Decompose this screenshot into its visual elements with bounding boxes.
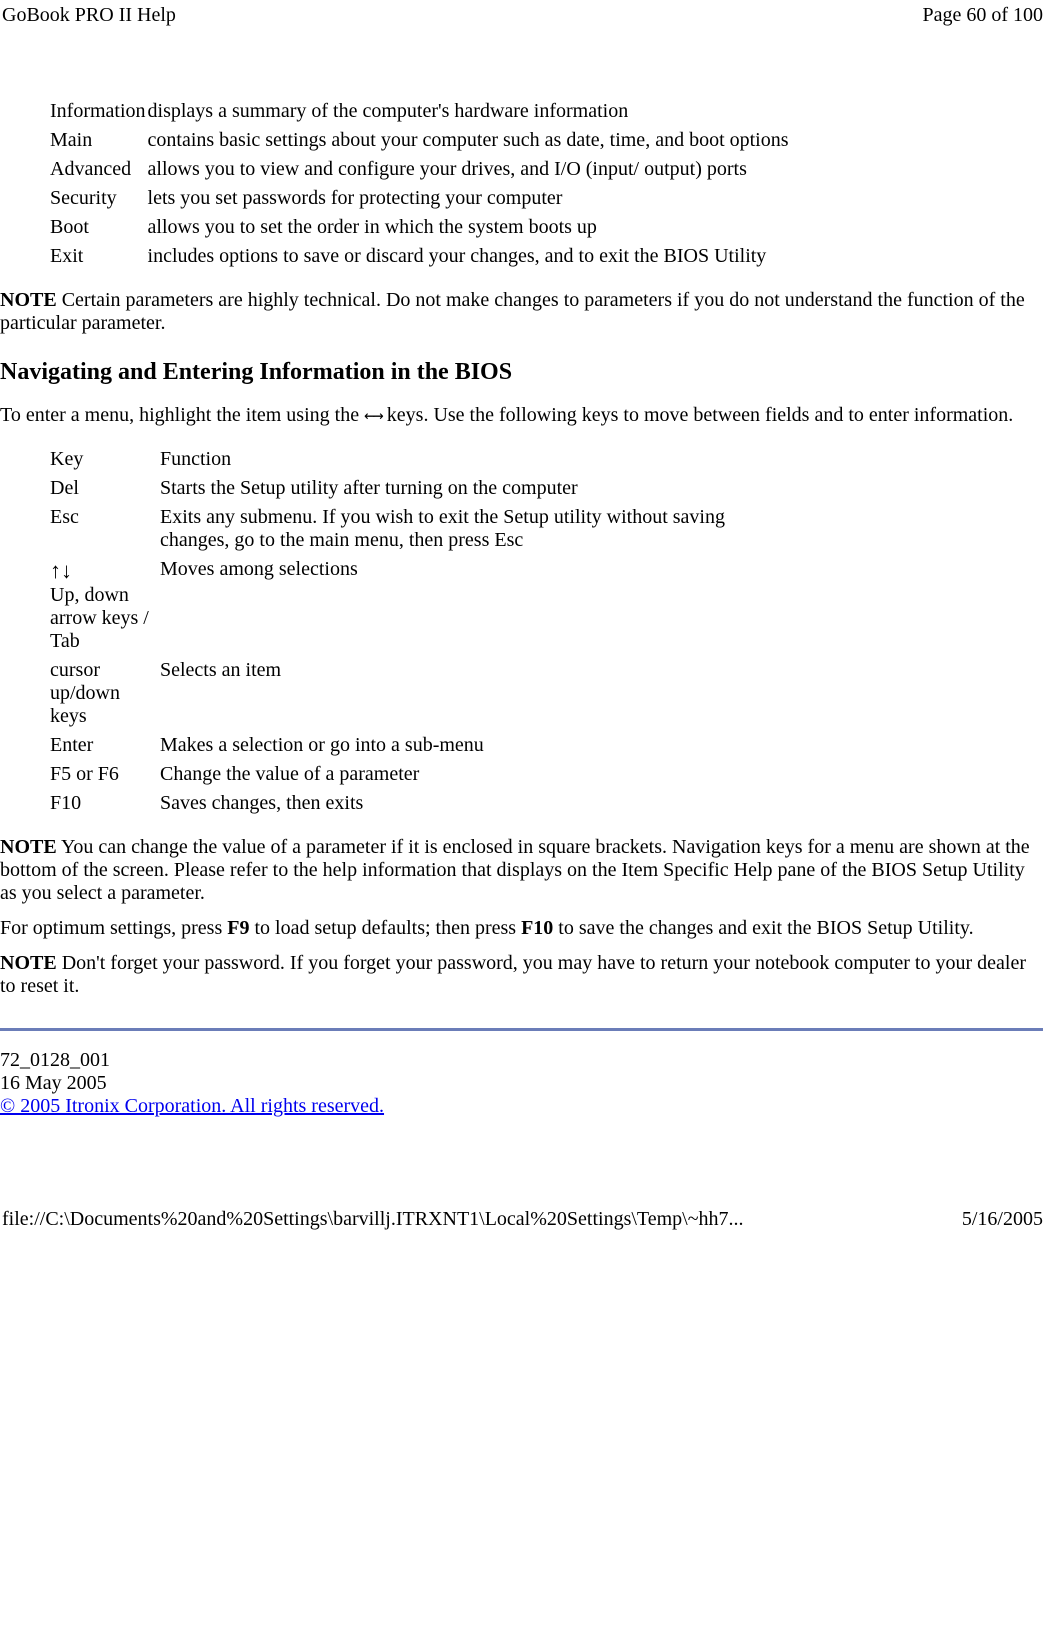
func-cell: Moves among selections — [160, 555, 770, 656]
header-page: Page 60 of 100 — [922, 4, 1043, 27]
func-cell: Exits any submenu. If you wish to exit t… — [160, 503, 770, 555]
col-header-function: Function — [160, 445, 770, 474]
note-label: NOTE — [0, 952, 57, 974]
menu-desc: includes options to save or discard your… — [148, 242, 792, 271]
menu-desc: allows you to view and configure your dr… — [148, 155, 792, 184]
table-header-row: Key Function — [50, 445, 770, 474]
page-header: GoBook PRO II Help Page 60 of 100 — [0, 0, 1051, 27]
table-row: ↑↓ Up, down arrow keys / Tab Moves among… — [50, 555, 770, 656]
table-row: Enter Makes a selection or go into a sub… — [50, 731, 770, 760]
document-footer-meta: 72_0128_001 16 May 2005 © 2005 Itronix C… — [0, 1049, 1043, 1118]
key-cell: Del — [50, 474, 160, 503]
optimum-p1: For optimum settings, press — [0, 917, 227, 939]
doc-date: 16 May 2005 — [0, 1072, 1043, 1095]
key-text: Up, down arrow keys / Tab — [50, 584, 149, 652]
content-area: Information displays a summary of the co… — [0, 27, 1051, 1118]
table-row: Security lets you set passwords for prot… — [50, 184, 792, 213]
table-row: F5 or F6 Change the value of a parameter — [50, 760, 770, 789]
note-navigation: NOTE You can change the value of a param… — [0, 836, 1043, 905]
table-row: cursor up/down keys Selects an item — [50, 656, 770, 731]
table-row: Advanced allows you to view and configur… — [50, 155, 792, 184]
copyright-link[interactable]: © 2005 Itronix Corporation. All rights r… — [0, 1095, 384, 1117]
f9-key: F9 — [227, 917, 249, 939]
key-cell: Esc — [50, 503, 160, 555]
note-label: NOTE — [0, 836, 57, 858]
menu-label: Advanced — [50, 155, 148, 184]
menu-label: Boot — [50, 213, 148, 242]
optimum-p3: to save the changes and exit the BIOS Se… — [553, 917, 973, 939]
col-header-key: Key — [50, 445, 160, 474]
key-cell: Enter — [50, 731, 160, 760]
page-footer: file://C:\Documents%20and%20Settings\bar… — [0, 1208, 1051, 1237]
key-cell: F10 — [50, 789, 160, 818]
nav-para-before: To enter a menu, highlight the item usin… — [0, 404, 359, 426]
note-text: Don't forget your password. If you forge… — [0, 952, 1026, 997]
func-cell: Saves changes, then exits — [160, 789, 770, 818]
menu-desc: allows you to set the order in which the… — [148, 213, 792, 242]
menu-desc: displays a summary of the computer's har… — [148, 97, 792, 126]
bios-menu-table: Information displays a summary of the co… — [50, 97, 792, 271]
key-cell: F5 or F6 — [50, 760, 160, 789]
doc-number: 72_0128_001 — [0, 1049, 1043, 1072]
optimum-p2: to load setup defaults; then press — [249, 917, 521, 939]
menu-desc: lets you set passwords for protecting yo… — [148, 184, 792, 213]
menu-label: Security — [50, 184, 148, 213]
table-row: F10 Saves changes, then exits — [50, 789, 770, 818]
nav-para-after: keys. Use the following keys to move bet… — [387, 404, 1014, 426]
file-path: file://C:\Documents%20and%20Settings\bar… — [2, 1208, 744, 1231]
table-row: Boot allows you to set the order in whic… — [50, 213, 792, 242]
header-title: GoBook PRO II Help — [2, 4, 176, 27]
table-row: Exit includes options to save or discard… — [50, 242, 792, 271]
note-text: Certain parameters are highly technical.… — [0, 289, 1025, 334]
menu-label: Exit — [50, 242, 148, 271]
note-text: You can change the value of a parameter … — [0, 836, 1030, 904]
func-cell: Change the value of a parameter — [160, 760, 770, 789]
table-row: Del Starts the Setup utility after turni… — [50, 474, 770, 503]
table-row: Information displays a summary of the co… — [50, 97, 792, 126]
key-cell: cursor up/down keys — [50, 656, 160, 731]
footer-date: 5/16/2005 — [962, 1208, 1043, 1231]
func-cell: Makes a selection or go into a sub-menu — [160, 731, 770, 760]
left-right-arrow-icon: ←→ — [364, 405, 382, 426]
f10-key: F10 — [521, 917, 553, 939]
menu-desc: contains basic settings about your compu… — [148, 126, 792, 155]
note-technical: NOTE Certain parameters are highly techn… — [0, 289, 1043, 335]
keys-function-table: Key Function Del Starts the Setup utilit… — [50, 445, 770, 818]
optimum-settings-para: For optimum settings, press F9 to load s… — [0, 917, 1043, 940]
nav-paragraph: To enter a menu, highlight the item usin… — [0, 404, 1043, 427]
func-cell: Selects an item — [160, 656, 770, 731]
note-password: NOTE Don't forget your password. If you … — [0, 952, 1043, 998]
key-cell: ↑↓ Up, down arrow keys / Tab — [50, 555, 160, 656]
section-heading-navigating: Navigating and Entering Information in t… — [0, 359, 1043, 386]
func-cell: Starts the Setup utility after turning o… — [160, 474, 770, 503]
note-label: NOTE — [0, 289, 57, 311]
menu-label: Main — [50, 126, 148, 155]
horizontal-rule — [0, 1028, 1043, 1031]
up-down-arrow-icon: ↑↓ — [50, 558, 72, 583]
table-row: Main contains basic settings about your … — [50, 126, 792, 155]
menu-label: Information — [50, 97, 148, 126]
table-row: Esc Exits any submenu. If you wish to ex… — [50, 503, 770, 555]
